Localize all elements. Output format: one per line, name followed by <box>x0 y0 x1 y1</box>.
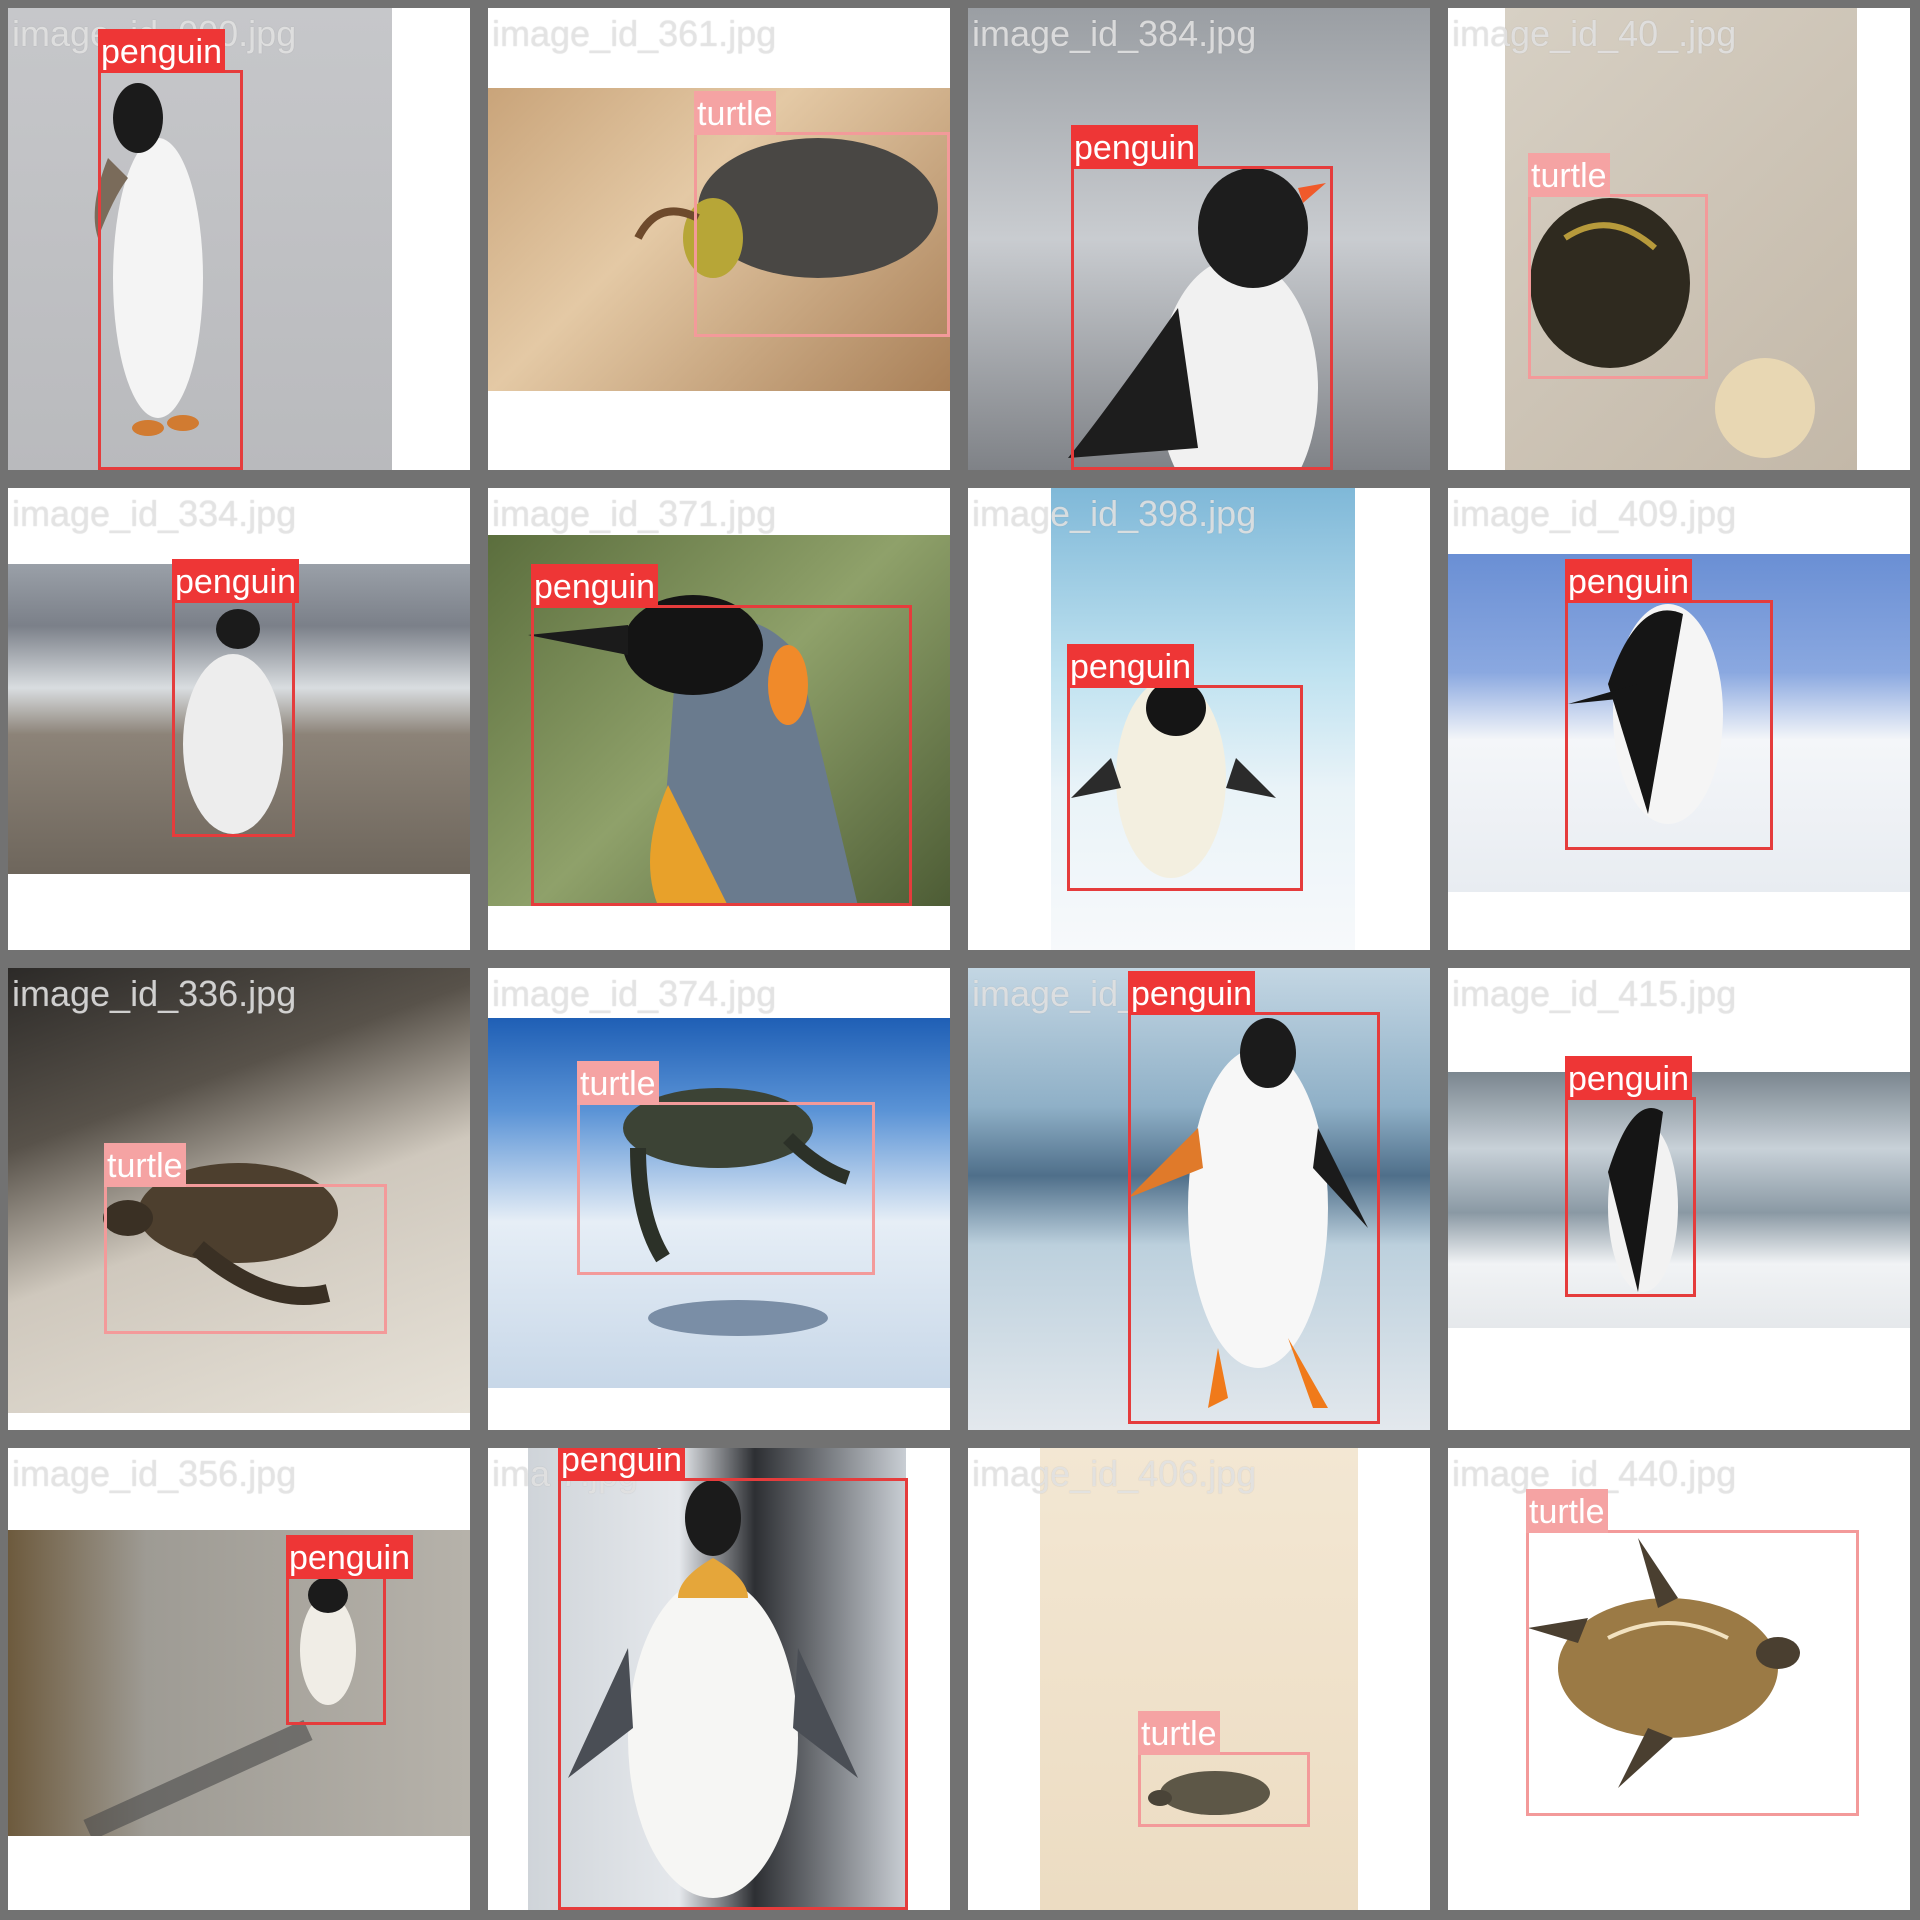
image-filename: image_id_356.jpg <box>12 1453 297 1494</box>
tile-image-penguin-walk[interactable]: image_id_ penguin <box>968 968 1430 1430</box>
class-label: penguin <box>531 564 659 608</box>
class-label: turtle <box>1526 1489 1608 1533</box>
tile-image-415[interactable]: image_id_415.jpg penguin <box>1448 968 1910 1430</box>
bounding-box[interactable]: turtle <box>1138 1711 1310 1827</box>
image-filename: image_id_440.jpg <box>1452 1453 1737 1494</box>
bounding-box[interactable]: penguin <box>1565 559 1773 850</box>
class-label: penguin <box>1067 644 1195 688</box>
class-label: turtle <box>694 91 776 135</box>
class-label: penguin <box>1128 971 1256 1015</box>
bounding-box[interactable]: turtle <box>1526 1489 1859 1816</box>
turtle-icon <box>1148 1771 1270 1815</box>
tile-image-440[interactable]: image_id_440.jpg turtle <box>1448 1448 1910 1910</box>
class-label: penguin <box>1071 125 1199 169</box>
image-filename: image_id_371.jpg <box>492 493 777 534</box>
class-label: penguin <box>1565 1056 1693 1100</box>
tile-image-406[interactable]: image_id_406.jpg turtle <box>968 1448 1430 1910</box>
image-filename: image_id_374.jpg <box>492 973 777 1014</box>
bounding-box[interactable]: turtle <box>104 1143 387 1334</box>
bounding-box[interactable]: penguin <box>1067 644 1303 891</box>
class-label: penguin <box>286 1535 414 1579</box>
tile-image-374[interactable]: image_id_374.jpg turtle <box>488 968 950 1430</box>
class-label: penguin <box>1565 559 1693 603</box>
tile-image-361[interactable]: image_id_361.jpg turtle <box>488 8 950 470</box>
class-label: penguin <box>98 29 226 73</box>
bounding-box[interactable]: turtle <box>1528 153 1708 379</box>
image-filename: image_id_406.jpg <box>972 1453 1257 1494</box>
bounding-box[interactable]: turtle <box>577 1061 875 1275</box>
class-label: turtle <box>577 1061 659 1105</box>
image-filename: image_id_336.jpg <box>12 973 297 1014</box>
bounding-box[interactable]: penguin <box>98 29 243 470</box>
image-filename: image_id_334.jpg <box>12 493 297 534</box>
bounding-box[interactable]: penguin <box>558 1448 908 1910</box>
bounding-box[interactable]: penguin <box>1071 125 1333 470</box>
tile-image-40x[interactable]: image_id_40_.jpg turtle <box>1448 8 1910 470</box>
detection-mosaic: image_id_000.jpg penguin image_id_361.jp… <box>0 0 1920 1920</box>
image-filename: image_id_409.jpg <box>1452 493 1737 534</box>
tile-image-371[interactable]: image_id_371.jpg penguin <box>488 488 950 950</box>
bounding-box[interactable]: penguin <box>286 1535 414 1725</box>
tile-image-334[interactable]: image_id_334.jpg penguin <box>8 488 470 950</box>
class-label: turtle <box>104 1143 186 1187</box>
tile-image-409[interactable]: image_id_409.jpg penguin <box>1448 488 1910 950</box>
image-filename: image_id_384.jpg <box>972 13 1257 54</box>
class-label: penguin <box>172 559 300 603</box>
bounding-box[interactable]: penguin <box>1128 971 1380 1424</box>
bounding-box[interactable]: penguin <box>172 559 300 837</box>
image-filename: image_id_398.jpg <box>972 493 1257 534</box>
class-label: turtle <box>1138 1711 1220 1755</box>
tile-image-3x7[interactable]: ima 7.jpg penguin <box>488 1448 950 1910</box>
image-filename: image_id_361.jpg <box>492 13 777 54</box>
tile-image-356[interactable]: image_id_356.jpg penguin <box>8 1448 470 1910</box>
bounding-box[interactable]: penguin <box>531 564 912 906</box>
class-label: turtle <box>1528 153 1610 197</box>
tile-image-384[interactable]: image_id_384.jpg penguin <box>968 8 1430 470</box>
image-filename: image_id_415.jpg <box>1452 973 1737 1014</box>
image-filename: image_id_40_.jpg <box>1452 13 1737 54</box>
bounding-box[interactable]: penguin <box>1565 1056 1696 1297</box>
tile-image-336[interactable]: image_id_336.jpg turtle <box>8 968 470 1430</box>
class-label: penguin <box>558 1448 686 1481</box>
image-filename: image_id_ <box>972 973 1139 1014</box>
bounding-box[interactable]: turtle <box>694 91 950 337</box>
tile-image-398[interactable]: image_id_398.jpg penguin <box>968 488 1430 950</box>
tile-image-000[interactable]: image_id_000.jpg penguin <box>8 8 470 470</box>
photo <box>1040 1448 1358 1910</box>
